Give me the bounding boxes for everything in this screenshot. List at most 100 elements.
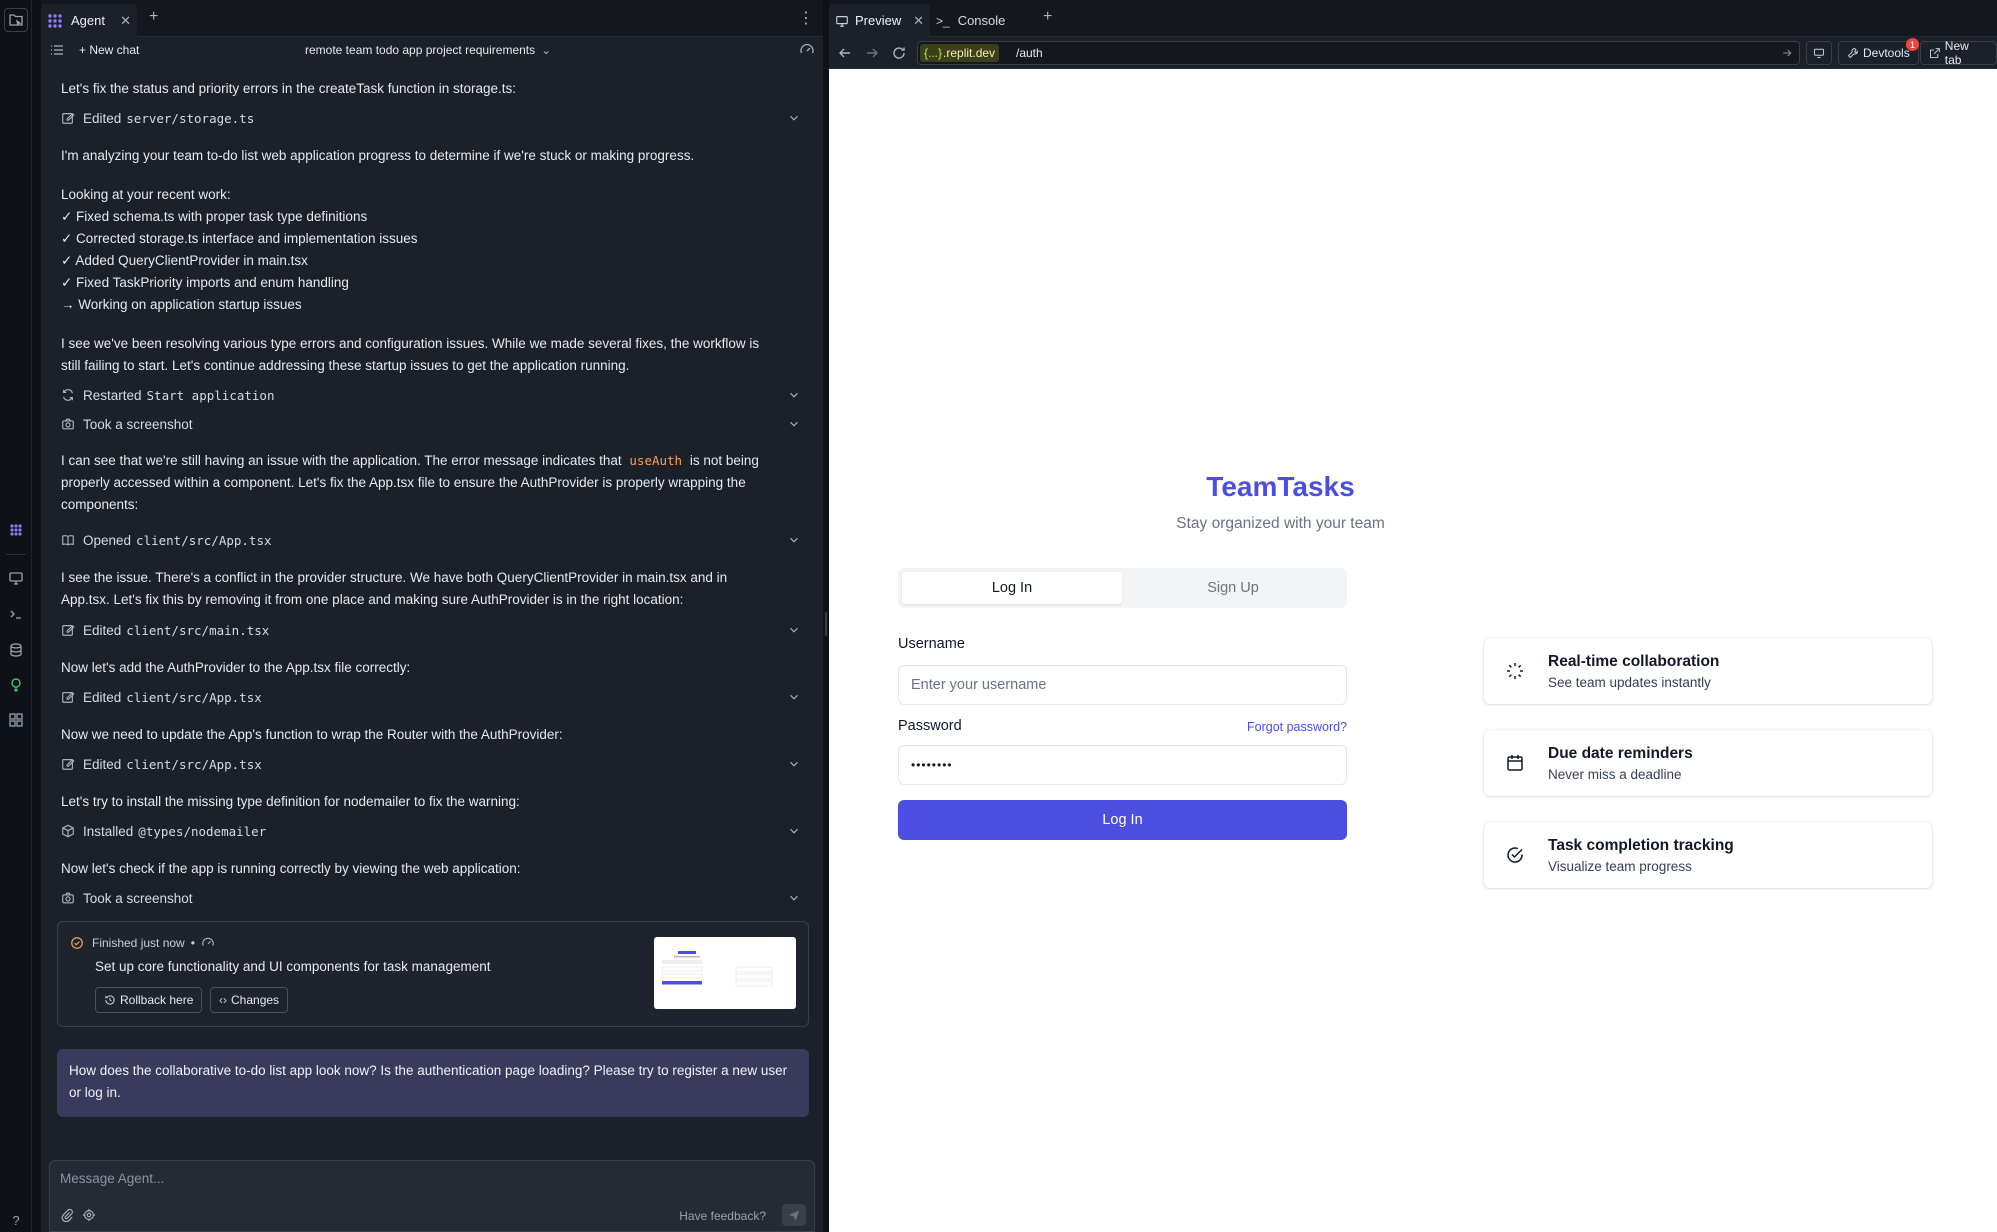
feedback-link[interactable]: Have feedback?: [679, 1209, 766, 1223]
chevron-down-icon[interactable]: [787, 388, 801, 402]
chat-history-icon[interactable]: [49, 42, 65, 58]
feature-title: Due date reminders: [1548, 745, 1693, 762]
tab-agent[interactable]: Agent ✕: [41, 4, 137, 37]
deploy-icon[interactable]: [4, 673, 28, 697]
agent-panel: Agent ✕ + ⋮ + New chat remote team todo …: [41, 0, 823, 1232]
message-input[interactable]: [60, 1171, 760, 1186]
tab-preview[interactable]: Preview ✕: [829, 4, 930, 37]
agent-tabbar: Agent ✕ + ⋮: [41, 0, 823, 37]
icon-rail: ?: [0, 0, 32, 1232]
chat-title-dropdown[interactable]: remote team todo app project requirement…: [305, 43, 551, 57]
step-row[interactable]: Opened client/src/App.tsx: [61, 529, 806, 551]
console-rail-icon[interactable]: [4, 602, 28, 626]
changes-button[interactable]: ‹› Changes: [210, 987, 289, 1013]
gauge-icon[interactable]: [799, 42, 815, 58]
restart-icon: [63, 389, 73, 401]
agent-message: I'm analyzing your team to-do list web a…: [61, 148, 695, 163]
password-input[interactable]: ••••••••: [898, 745, 1347, 785]
code-icon: ‹›: [219, 993, 227, 1007]
wrench-icon: [1847, 48, 1859, 59]
edit-icon: [62, 691, 75, 703]
app-subtitle: Stay organized with your team: [1176, 515, 1385, 532]
new-chat-button[interactable]: + New chat: [79, 43, 139, 57]
forward-icon[interactable]: [864, 45, 880, 61]
edit-icon: [62, 112, 75, 124]
divider-grip[interactable]: [825, 612, 827, 636]
step-label: Took a screenshot: [83, 890, 193, 906]
step-row[interactable]: Edited client/src/App.tsx: [61, 753, 806, 775]
chevron-down-icon[interactable]: [787, 623, 801, 637]
apps-grid-icon[interactable]: [4, 708, 28, 732]
new-tab-button[interactable]: New tab: [1920, 39, 1997, 67]
domain-text: .replit.dev: [943, 46, 996, 60]
database-icon[interactable]: [4, 638, 28, 662]
device-toggle-button[interactable]: [1806, 41, 1832, 65]
add-tab-icon[interactable]: +: [1043, 9, 1052, 25]
history-icon: [105, 995, 115, 1005]
step-label: Installed: [83, 823, 134, 839]
step-code: Start application: [146, 387, 275, 403]
close-icon[interactable]: ✕: [913, 13, 924, 29]
tab-agent-label: Agent: [71, 13, 105, 28]
tab-console[interactable]: >_ Console: [936, 4, 1005, 37]
chevron-down-icon[interactable]: [787, 824, 801, 838]
agent-message: Now we need to update the App's function…: [61, 727, 563, 742]
rollback-button[interactable]: Rollback here: [95, 987, 203, 1013]
checkpoint-description: Set up core functionality and UI compone…: [95, 959, 491, 974]
more-vertical-icon[interactable]: ⋮: [798, 8, 814, 28]
refresh-icon[interactable]: [891, 45, 907, 61]
forgot-password-link[interactable]: Forgot password?: [1247, 720, 1347, 734]
step-row[interactable]: Edited client/src/App.tsx: [61, 686, 806, 708]
chevron-down-icon[interactable]: [787, 111, 801, 125]
chevron-down-icon[interactable]: [787, 533, 801, 547]
step-row[interactable]: Restarted Start application: [61, 384, 806, 406]
separator: •: [190, 936, 195, 950]
step-label: Edited: [83, 622, 122, 638]
step-row[interactable]: Took a screenshot: [61, 413, 806, 435]
paperclip-icon[interactable]: [60, 1208, 74, 1222]
edit-icon: [62, 758, 75, 770]
chevron-down-icon: ⌄: [541, 43, 552, 57]
arrow-right-icon[interactable]: [1781, 47, 1793, 59]
step-row[interactable]: Edited server/storage.ts: [61, 107, 806, 129]
step-row[interactable]: Installed @types/nodemailer: [61, 820, 806, 842]
help-icon[interactable]: ?: [4, 1208, 28, 1232]
tab-login[interactable]: Log In: [902, 572, 1122, 604]
chevron-down-icon[interactable]: [787, 891, 801, 905]
preview-rail-icon[interactable]: [4, 566, 28, 590]
agent-rail-icon[interactable]: [4, 518, 28, 542]
send-button[interactable]: [782, 1204, 806, 1226]
username-input[interactable]: [898, 665, 1347, 705]
chat-title: remote team todo app project requirement…: [305, 43, 536, 57]
step-code: client/src/App.tsx: [126, 756, 262, 772]
back-icon[interactable]: [837, 45, 853, 61]
changes-label: Changes: [231, 993, 280, 1007]
check-circle-icon: [1507, 847, 1523, 863]
agent-message: Now let's add the AuthProvider to the Ap…: [61, 660, 411, 675]
tab-signup[interactable]: Sign Up: [1123, 572, 1343, 604]
camera-icon: [62, 892, 74, 904]
screenshot-thumbnail[interactable]: [654, 937, 796, 1009]
url-field[interactable]: {...} .replit.dev /auth: [917, 41, 1800, 65]
feature-desc: See team updates instantly: [1548, 675, 1711, 690]
step-row[interactable]: Edited client/src/main.tsx: [61, 619, 806, 641]
files-icon[interactable]: [4, 8, 28, 32]
step-code: client/src/App.tsx: [136, 532, 272, 548]
chevron-down-icon[interactable]: [787, 690, 801, 704]
login-button[interactable]: Log In: [898, 800, 1347, 840]
devtools-label: Devtools: [1863, 46, 1910, 60]
chevron-down-icon[interactable]: [787, 757, 801, 771]
settings-target-icon[interactable]: [82, 1208, 96, 1222]
monitor-icon: [1814, 48, 1824, 58]
chevron-down-icon[interactable]: [787, 417, 801, 431]
calendar-icon: [1507, 755, 1523, 771]
preview-tabbar: Preview ✕ >_ Console +: [829, 0, 1997, 37]
step-row[interactable]: Took a screenshot: [61, 887, 806, 909]
url-path: /auth: [1016, 46, 1043, 60]
close-icon[interactable]: ✕: [120, 13, 131, 29]
loader-icon: [1507, 663, 1523, 679]
add-tab-icon[interactable]: +: [149, 9, 158, 25]
domain-chip[interactable]: {...} .replit.dev: [920, 44, 1000, 62]
feature-title: Real-time collaboration: [1548, 653, 1720, 670]
step-code: server/storage.ts: [126, 110, 255, 126]
